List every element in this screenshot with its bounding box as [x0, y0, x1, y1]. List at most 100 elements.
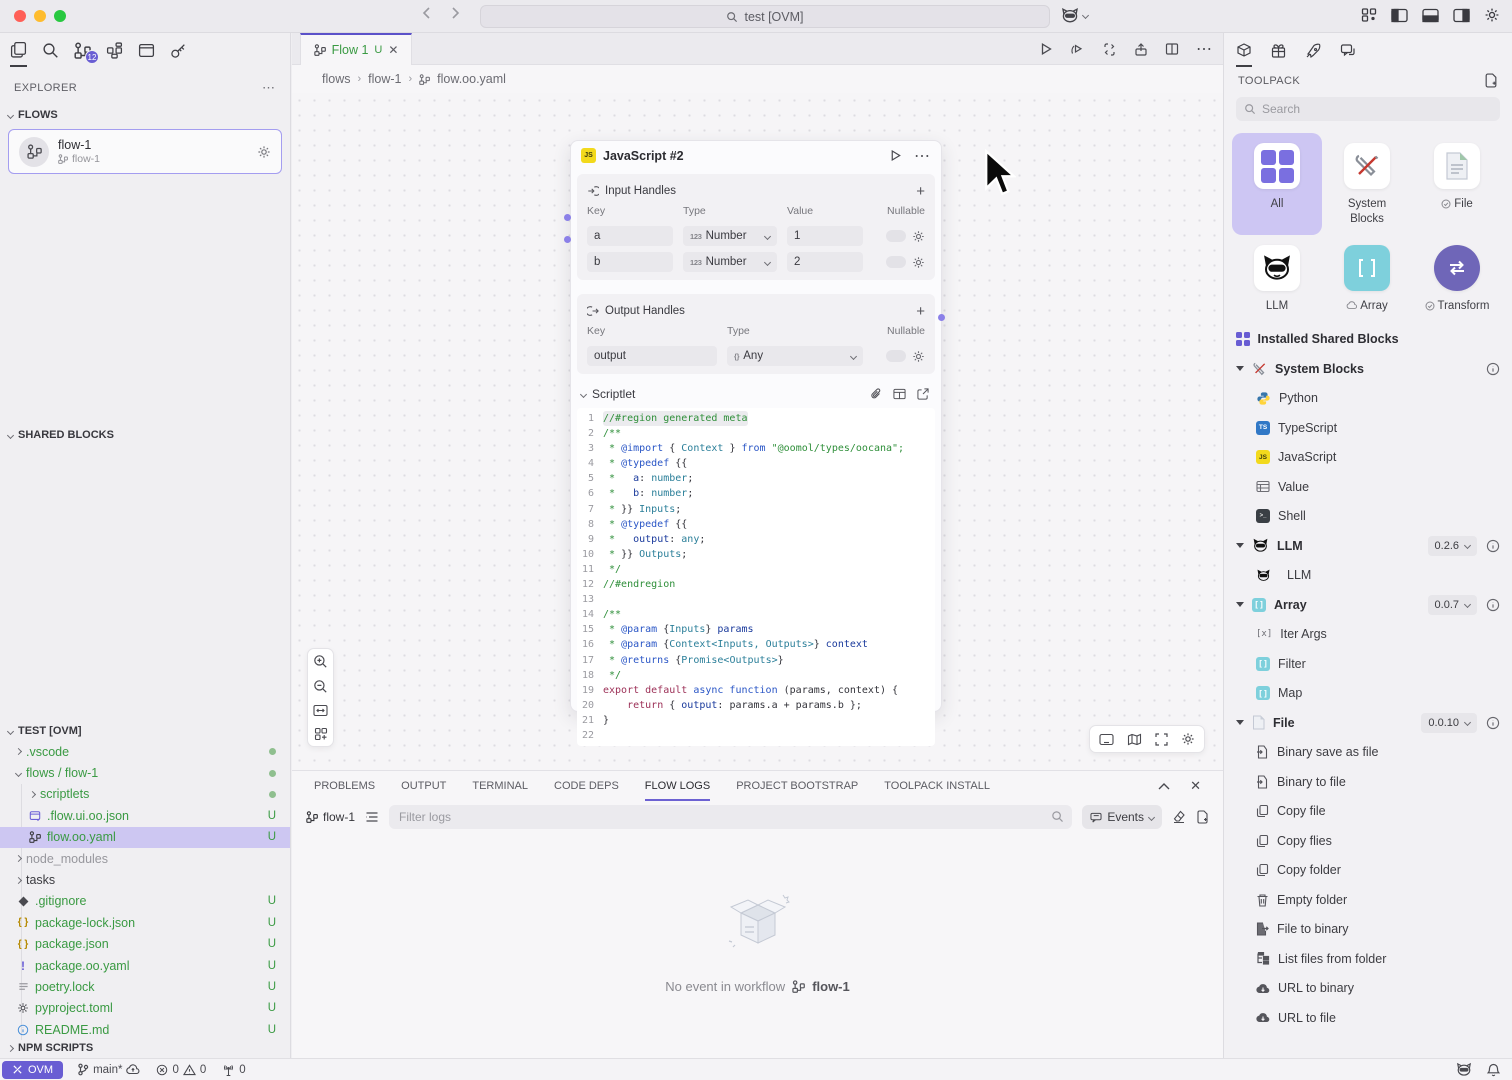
toolpack-tab-icon[interactable]: [1236, 34, 1252, 67]
back-button[interactable]: [420, 6, 434, 20]
version-select[interactable]: 0.2.6: [1428, 536, 1477, 556]
command-center-search[interactable]: test [OVM]: [480, 5, 1050, 28]
row-settings-gear-icon[interactable]: [912, 256, 925, 269]
tile-array[interactable]: Array: [1322, 235, 1412, 322]
block-item-copy-flies[interactable]: Copy flies: [1224, 826, 1512, 856]
ports-status[interactable]: 0: [222, 1064, 245, 1076]
group-llm[interactable]: LLM 0.2.6: [1224, 531, 1512, 561]
toolpack-search[interactable]: [1236, 97, 1500, 121]
tree-item[interactable]: .vscode: [0, 741, 290, 762]
export-flow-button[interactable]: [1134, 42, 1148, 57]
block-item-value[interactable]: Value: [1224, 472, 1512, 502]
block-item-filter[interactable]: [ ]Filter: [1224, 649, 1512, 679]
flow-canvas[interactable]: JS JavaScript #2 ⋯ Input Handles +: [292, 93, 1223, 770]
export-logs-icon[interactable]: [1196, 810, 1209, 824]
more-actions-icon[interactable]: ⋯: [1196, 39, 1213, 59]
block-item-map[interactable]: [ ]Map: [1224, 679, 1512, 709]
maximize-panel-icon[interactable]: [1158, 782, 1170, 790]
remote-ovm-chip[interactable]: OVM: [2, 1061, 63, 1079]
flows-section-header[interactable]: FLOWS: [0, 105, 290, 125]
tree-item[interactable]: scriptlets: [0, 784, 290, 805]
rerun-flow-button[interactable]: [1070, 42, 1085, 56]
forward-button[interactable]: [448, 6, 462, 20]
minimize-window-button[interactable]: [34, 10, 46, 22]
tree-item[interactable]: { }package-lock.jsonU: [0, 912, 290, 933]
input-type-select[interactable]: 123Number: [683, 226, 777, 246]
row-settings-gear-icon[interactable]: [912, 350, 925, 363]
notifications-bell-icon[interactable]: [1487, 1063, 1500, 1077]
node-javascript-2[interactable]: JS JavaScript #2 ⋯ Input Handles +: [570, 140, 942, 712]
group-array[interactable]: [ ] Array 0.0.7: [1224, 590, 1512, 620]
problems-status[interactable]: 0 0: [156, 1064, 206, 1076]
bootstrap-rocket-icon[interactable]: [1305, 34, 1321, 67]
run-flow-button[interactable]: [1039, 42, 1053, 56]
tree-item[interactable]: flows / flow-1: [0, 762, 290, 783]
tab-close-icon[interactable]: ✕: [388, 43, 398, 57]
tab-flow-logs[interactable]: FLOW LOGS: [645, 771, 710, 801]
log-list-icon[interactable]: [365, 811, 379, 823]
flow-card-flow-1[interactable]: flow-1 flow-1: [8, 129, 282, 174]
version-select[interactable]: 0.0.7: [1428, 595, 1477, 615]
breadcrumb-flow-1[interactable]: flow-1: [368, 72, 401, 86]
flow-logs-flow-chip[interactable]: flow-1: [306, 810, 355, 824]
info-icon[interactable]: [1486, 362, 1500, 376]
input-port-a[interactable]: [564, 214, 571, 221]
block-item-copy-file[interactable]: Copy file: [1224, 797, 1512, 827]
input-value-field[interactable]: 2: [787, 252, 863, 272]
info-icon[interactable]: [1486, 598, 1500, 612]
run-node-button[interactable]: [889, 149, 902, 162]
tree-item[interactable]: !package.oo.yamlU: [0, 955, 290, 976]
zoom-window-button[interactable]: [54, 10, 66, 22]
block-item-typescript[interactable]: TSTypeScript: [1224, 413, 1512, 443]
version-select[interactable]: 0.0.10: [1421, 713, 1477, 733]
tile-file[interactable]: File: [1412, 133, 1502, 235]
output-type-select[interactable]: {}Any: [727, 346, 863, 366]
search-panel-icon[interactable]: [42, 34, 59, 67]
node-header[interactable]: JS JavaScript #2 ⋯: [571, 141, 941, 170]
input-port-b[interactable]: [564, 236, 571, 243]
input-key-field[interactable]: a: [587, 226, 673, 246]
block-item-url-to-file[interactable]: URL to file: [1224, 1003, 1512, 1033]
tree-item[interactable]: pyproject.tomlU: [0, 998, 290, 1019]
group-system-blocks[interactable]: System Blocks: [1224, 354, 1512, 384]
filter-logs-input[interactable]: [389, 805, 1072, 829]
assistant-menu[interactable]: [1060, 7, 1088, 24]
add-input-button[interactable]: +: [916, 183, 925, 200]
add-output-button[interactable]: +: [916, 303, 925, 320]
block-item-iter-args[interactable]: [x]Iter Args: [1224, 620, 1512, 650]
node-more-icon[interactable]: ⋯: [914, 146, 931, 166]
secrets-key-icon[interactable]: [170, 34, 187, 67]
chat-tab-icon[interactable]: [1340, 34, 1356, 67]
block-item-url-to-binary[interactable]: URL to binary: [1224, 974, 1512, 1004]
canvas-settings-gear-icon[interactable]: [1181, 732, 1195, 746]
scriptlet-section-header[interactable]: Scriptlet: [571, 382, 941, 406]
toolpack-search-input[interactable]: [1262, 102, 1492, 116]
block-item-binary-to-file[interactable]: Binary to file: [1224, 767, 1512, 797]
tile-system-blocks[interactable]: System Blocks: [1322, 133, 1412, 235]
screen-icon[interactable]: [1099, 733, 1114, 746]
tree-item-selected[interactable]: flow.oo.yamlU: [0, 827, 290, 848]
npm-scripts-header[interactable]: NPM SCRIPTS: [0, 1038, 290, 1058]
block-item-file-to-binary[interactable]: File to binary: [1224, 915, 1512, 945]
tile-all[interactable]: All: [1232, 133, 1322, 235]
row-settings-gear-icon[interactable]: [912, 230, 925, 243]
more-actions-icon[interactable]: ⋯: [262, 80, 276, 96]
minimap-icon[interactable]: [1127, 733, 1142, 746]
tree-item[interactable]: { }package.jsonU: [0, 934, 290, 955]
board-panel-icon[interactable]: [138, 34, 155, 67]
tree-item[interactable]: node_modules: [0, 848, 290, 869]
nullable-toggle[interactable]: [886, 230, 906, 242]
tile-transform[interactable]: Transform: [1412, 235, 1502, 322]
explorer-files-icon[interactable]: [10, 34, 27, 67]
tree-item[interactable]: .gitignoreU: [0, 891, 290, 912]
breadcrumb-flows[interactable]: flows: [322, 72, 350, 86]
open-external-icon[interactable]: [917, 388, 929, 401]
project-section-header[interactable]: TEST [OVM]: [0, 721, 290, 741]
input-value-field[interactable]: 1: [787, 226, 863, 246]
zoom-out-icon[interactable]: [313, 679, 328, 694]
flows-panel-icon[interactable]: 12: [74, 34, 91, 67]
git-branch-status[interactable]: main*: [77, 1063, 140, 1076]
tab-toolpack-install[interactable]: TOOLPACK INSTALL: [884, 771, 990, 801]
toggle-bottom-panel-icon[interactable]: [1422, 8, 1439, 23]
toggle-left-panel-icon[interactable]: [1391, 8, 1408, 23]
